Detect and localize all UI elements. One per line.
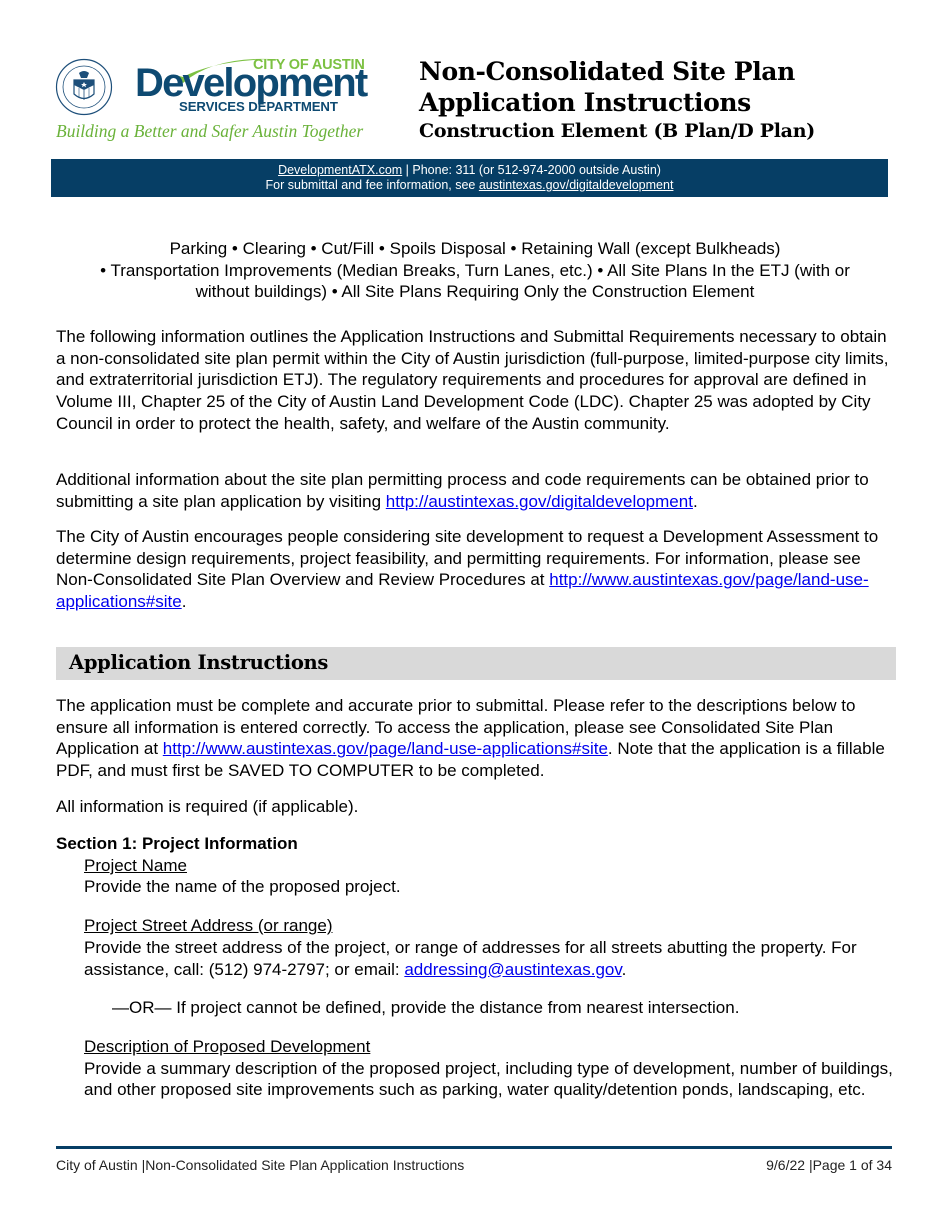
footer-divider [56, 1146, 892, 1149]
period: . [181, 592, 187, 612]
field-label: Description of Proposed Development [84, 1036, 371, 1056]
digital-development-link[interactable]: austintexas.gov/digitaldevelopment [479, 178, 674, 192]
instructions-paragraph-1: The application must be complete and acc… [56, 695, 896, 782]
footer-page-info: 9/6/22 |Page 1 of 34 [766, 1157, 892, 1173]
or-note: —OR— If project cannot be defined, provi… [112, 998, 740, 1018]
addressing-email-link[interactable]: addressing@austintexas.gov [404, 960, 621, 979]
field-label: Project Name [84, 855, 187, 875]
phone-text: | Phone: 311 (or 512-974-2000 outside Au… [402, 163, 661, 177]
period: . [621, 959, 627, 979]
banner-line-2: For submittal and fee information, see a… [51, 178, 888, 193]
consolidated-application-link[interactable]: http://www.austintexas.gov/page/land-use… [163, 739, 608, 758]
brand-name-text: Development [135, 61, 368, 105]
field-project-address: Project Street Address (or range) Provid… [56, 915, 896, 980]
digital-development-url-link[interactable]: http://austintexas.gov/digitaldevelopmen… [386, 492, 693, 511]
document-subtitle: Construction Element (B Plan/D Plan) [419, 120, 815, 142]
brand-dept-text: SERVICES DEPARTMENT [179, 99, 338, 114]
development-services-logo: CITY OF AUSTIN Development SERVICES DEPA… [135, 55, 370, 117]
document-title: Non-Consolidated Site Plan Application I… [419, 56, 815, 144]
field-description-of-development: Description of Proposed Development Prov… [56, 1036, 896, 1101]
title-line-1: Non-Consolidated Site Plan [419, 57, 795, 86]
page-number: |Page 1 of 34 [805, 1157, 892, 1173]
field-description: Provide a summary description of the pro… [84, 1058, 893, 1100]
document-page: CITY OF AUSTIN Development SERVICES DEPA… [0, 0, 950, 1230]
tagline: Building a Better and Safer Austin Toget… [56, 121, 364, 141]
title-line-2: Application Instructions [419, 88, 751, 117]
intro-paragraph-2: Additional information about the site pl… [56, 469, 896, 512]
intro-paragraph-3: The City of Austin encourages people con… [56, 526, 896, 613]
scope-line-1: Parking • Clearing • Cut/Fill • Spoils D… [169, 239, 781, 258]
development-atx-link[interactable]: DevelopmentATX.com [278, 163, 402, 177]
period: . [692, 491, 698, 511]
contact-banner: DevelopmentATX.com | Phone: 311 (or 512-… [51, 159, 888, 197]
field-description: Provide the name of the proposed project… [84, 877, 401, 897]
footer-date: 9/6/22 [766, 1157, 806, 1173]
city-seal-icon [55, 58, 113, 116]
scope-line-3: without buildings) • All Site Plans Requ… [195, 282, 755, 302]
scope-list: Parking • Clearing • Cut/Fill • Spoils D… [50, 238, 900, 303]
application-instructions-header: Application Instructions [56, 647, 896, 680]
section-1-title: Section 1: Project Information [56, 834, 298, 853]
section-1: Section 1: Project Information Project N… [56, 833, 896, 1101]
scope-line-2: • Transportation Improvements (Median Br… [100, 260, 850, 280]
instructions-paragraph-2: All information is required (if applicab… [56, 797, 359, 816]
footer-document-name: City of Austin |Non-Consolidated Site Pl… [56, 1157, 465, 1173]
intro-paragraph-1: The following information outlines the A… [56, 327, 889, 433]
field-label: Project Street Address (or range) [84, 916, 333, 936]
submittal-text: For submittal and fee information, see [265, 178, 479, 192]
field-description: Provide the street address of the projec… [84, 937, 896, 980]
banner-line-1: DevelopmentATX.com | Phone: 311 (or 512-… [51, 163, 888, 178]
field-project-name: Project Name Provide the name of the pro… [56, 855, 896, 898]
section-heading: Application Instructions [69, 651, 329, 674]
